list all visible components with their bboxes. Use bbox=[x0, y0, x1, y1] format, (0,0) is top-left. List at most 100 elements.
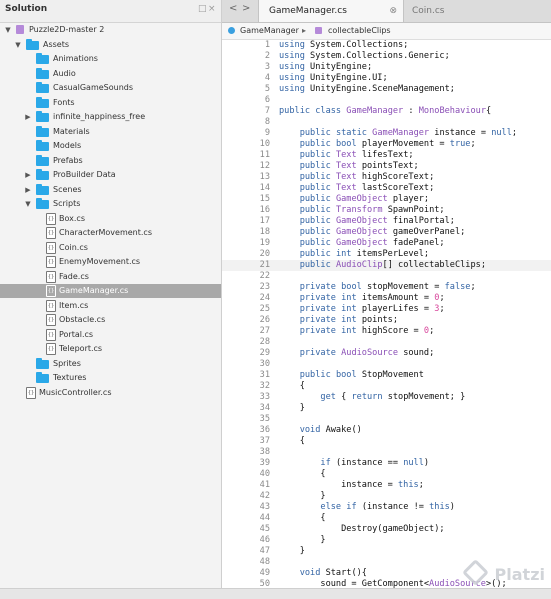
code-line[interactable]: 34 } bbox=[222, 403, 551, 414]
code-line[interactable]: 42 } bbox=[222, 491, 551, 502]
code-line[interactable]: 43 else if (instance != this) bbox=[222, 502, 551, 513]
code-line[interactable]: 25 private int playerLifes = 3; bbox=[222, 304, 551, 315]
expand-down-icon[interactable]: ▼ bbox=[14, 38, 22, 52]
code-line[interactable]: 3 using UnityEngine; bbox=[222, 62, 551, 73]
tree-folder-item[interactable]: Audio bbox=[0, 67, 221, 81]
tree-solution-item[interactable]: ▼ Puzzle2D-master 2 bbox=[0, 23, 221, 37]
code-line[interactable]: 36 void Awake() bbox=[222, 425, 551, 436]
line-number: 29 bbox=[259, 348, 270, 358]
code-line[interactable]: 46 } bbox=[222, 535, 551, 546]
code-line[interactable]: 10 public bool playerMovement = true; bbox=[222, 139, 551, 150]
code-line[interactable]: 5 using UnityEngine.SceneManagement; bbox=[222, 84, 551, 95]
folder-icon bbox=[36, 53, 49, 64]
code-line[interactable]: 39 if (instance == null) bbox=[222, 458, 551, 469]
close-icon[interactable]: × bbox=[208, 4, 216, 14]
tree-folder-item[interactable]: Materials bbox=[0, 125, 221, 139]
code-line[interactable]: 47 } bbox=[222, 546, 551, 557]
tree-folder-item[interactable]: Models bbox=[0, 139, 221, 153]
code-line[interactable]: 19 public GameObject fadePanel; bbox=[222, 238, 551, 249]
tree-folder-item[interactable]: ▼ Assets bbox=[0, 38, 221, 52]
tree-item-label: ProBuilder Data bbox=[53, 170, 116, 179]
tab-gamemanager[interactable]: GameManager.cs ⊗ bbox=[258, 0, 404, 22]
tree-file-item[interactable]: {} EnemyMovement.cs bbox=[0, 255, 221, 269]
code-line[interactable]: 16 public Transform SpawnPoint; bbox=[222, 205, 551, 216]
expand-down-icon[interactable]: ▼ bbox=[24, 197, 32, 211]
tree-folder-item[interactable]: ▶ Scenes bbox=[0, 183, 221, 197]
tree-folder-item[interactable]: ▶ infinite_happiness_free bbox=[0, 110, 221, 124]
code-line[interactable]: 2 using System.Collections.Generic; bbox=[222, 51, 551, 62]
code-line[interactable]: 4 using UnityEngine.UI; bbox=[222, 73, 551, 84]
tree-folder-item[interactable]: Textures bbox=[0, 371, 221, 385]
tree-file-item[interactable]: {} Fade.cs bbox=[0, 270, 221, 284]
code-line[interactable]: 13 public Text highScoreText; bbox=[222, 172, 551, 183]
code-line[interactable]: 41 instance = this; bbox=[222, 480, 551, 491]
code-line[interactable]: 30 bbox=[222, 359, 551, 370]
code-line[interactable]: 7 public class GameManager : MonoBehaviou… bbox=[222, 106, 551, 117]
line-number: 5 bbox=[264, 84, 270, 94]
code-line[interactable]: 26 private int points; bbox=[222, 315, 551, 326]
tree-file-item[interactable]: {} CharacterMovement.cs bbox=[0, 226, 221, 240]
expand-right-icon[interactable]: ▶ bbox=[24, 183, 32, 197]
code-line[interactable]: 32 { bbox=[222, 381, 551, 392]
tree-folder-item[interactable]: Fonts bbox=[0, 96, 221, 110]
tree-folder-item[interactable]: ▶ ProBuilder Data bbox=[0, 168, 221, 182]
code-line[interactable]: 8 bbox=[222, 117, 551, 128]
code-line[interactable]: 6 bbox=[222, 95, 551, 106]
folder-icon bbox=[36, 155, 49, 166]
folder-icon bbox=[36, 126, 49, 137]
code-line[interactable]: 35 bbox=[222, 414, 551, 425]
solution-sidebar: Solution □ × ▼ Puzzle2D-master 2 ▼ Assets An… bbox=[0, 0, 222, 598]
code-text: public int itemsPerLevel; bbox=[299, 249, 430, 259]
tree-file-item[interactable]: {} Item.cs bbox=[0, 299, 221, 313]
expand-right-icon[interactable]: ▶ bbox=[24, 110, 32, 124]
code-line[interactable]: 23 private bool stopMovement = false; bbox=[222, 282, 551, 293]
breadcrumb-member[interactable]: collectableClips bbox=[328, 23, 391, 39]
code-line[interactable]: 37 { bbox=[222, 436, 551, 447]
maximize-icon[interactable]: □ bbox=[198, 4, 207, 14]
code-line[interactable]: 1 using System.Collections; bbox=[222, 40, 551, 51]
forward-button[interactable]: > bbox=[242, 3, 250, 14]
tab-close-icon[interactable]: ⊗ bbox=[389, 0, 397, 22]
code-line[interactable]: 33 get { return stopMovement; } bbox=[222, 392, 551, 403]
code-line[interactable]: 45 Destroy(gameObject); bbox=[222, 524, 551, 535]
tree-folder-item[interactable]: ▼ Scripts bbox=[0, 197, 221, 211]
code-line[interactable]: 9 public static GameManager instance = n… bbox=[222, 128, 551, 139]
code-line[interactable]: 20 public int itemsPerLevel; bbox=[222, 249, 551, 260]
tree-folder-item[interactable]: Sprites bbox=[0, 357, 221, 371]
tree-file-item[interactable]: {} Coin.cs bbox=[0, 241, 221, 255]
tree-folder-item[interactable]: Prefabs bbox=[0, 154, 221, 168]
code-line[interactable]: 15 public GameObject player; bbox=[222, 194, 551, 205]
code-line[interactable]: 17 public GameObject finalPortal; bbox=[222, 216, 551, 227]
tree-file-item[interactable]: {} MusicController.cs bbox=[0, 386, 221, 400]
code-line[interactable]: 18 public GameObject gameOverPanel; bbox=[222, 227, 551, 238]
tree-file-item[interactable]: {} Obstacle.cs bbox=[0, 313, 221, 327]
code-line[interactable]: 12 public Text pointsText; bbox=[222, 161, 551, 172]
tree-file-item[interactable]: {} GameManager.cs bbox=[0, 284, 221, 298]
tree-folder-item[interactable]: CasualGameSounds bbox=[0, 81, 221, 95]
cs-file-icon: {} bbox=[46, 256, 56, 268]
code-line[interactable]: 44 { bbox=[222, 513, 551, 524]
code-line[interactable]: 28 bbox=[222, 337, 551, 348]
expand-right-icon[interactable]: ▶ bbox=[24, 168, 32, 182]
code-line[interactable]: 21 public AudioClip[] collectableClips; bbox=[222, 260, 551, 271]
code-line[interactable]: 40 { bbox=[222, 469, 551, 480]
tree-file-item[interactable]: {} Portal.cs bbox=[0, 328, 221, 342]
tree-file-item[interactable]: {} Box.cs bbox=[0, 212, 221, 226]
code-line[interactable]: 29 private AudioSource sound; bbox=[222, 348, 551, 359]
code-line[interactable]: 14 public Text lastScoreText; bbox=[222, 183, 551, 194]
code-text: using UnityEngine; bbox=[279, 62, 373, 72]
tab-coin[interactable]: Coin.cs bbox=[404, 0, 544, 22]
code-editor[interactable]: 1 using System.Collections; 2 using System.… bbox=[222, 40, 551, 588]
code-line[interactable]: 31 public bool StopMovement bbox=[222, 370, 551, 381]
tree-file-item[interactable]: {} Teleport.cs bbox=[0, 342, 221, 356]
code-line[interactable]: 38 bbox=[222, 447, 551, 458]
code-line[interactable]: 27 private int highScore = 0; bbox=[222, 326, 551, 337]
breadcrumb-class[interactable]: GameManager bbox=[240, 23, 299, 39]
code-line[interactable]: 11 public Text lifesText; bbox=[222, 150, 551, 161]
tree-folder-item[interactable]: Animations bbox=[0, 52, 221, 66]
back-button[interactable]: < bbox=[229, 3, 237, 14]
line-number: 21 bbox=[259, 260, 270, 270]
code-line[interactable]: 24 private int itemsAmount = 0; bbox=[222, 293, 551, 304]
code-line[interactable]: 22 bbox=[222, 271, 551, 282]
expand-down-icon[interactable]: ▼ bbox=[4, 23, 12, 37]
